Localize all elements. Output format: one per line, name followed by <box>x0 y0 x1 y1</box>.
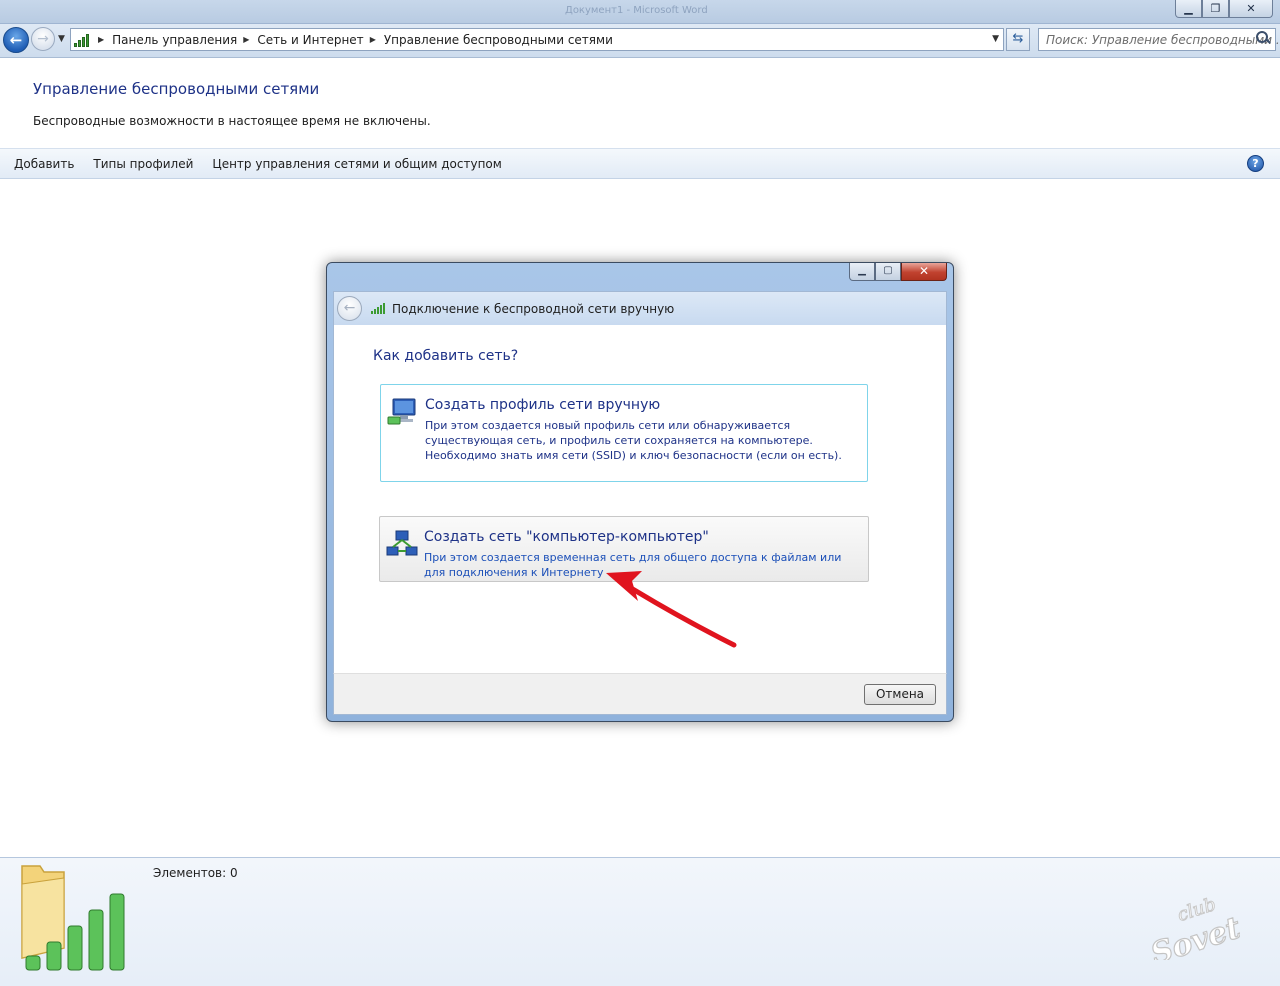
page-title: Управление беспроводными сетями <box>33 80 320 98</box>
dialog-body: Как добавить сеть? Создать профиль сети … <box>333 325 947 673</box>
breadcrumb-network-internet[interactable]: Сеть и Интернет <box>257 33 363 47</box>
minimize-icon: ▁ <box>1184 2 1193 15</box>
search-input[interactable]: Поиск: Управление беспроводными ... <box>1038 28 1280 51</box>
dialog-title: Подключение к беспроводной сети вручную <box>392 302 675 316</box>
help-icon: ? <box>1252 157 1259 170</box>
refresh-button[interactable]: ⇆ <box>1006 28 1030 51</box>
search-icon[interactable] <box>1256 31 1270 45</box>
recent-pages-dropdown[interactable]: ▼ <box>58 34 65 44</box>
add-button[interactable]: Добавить <box>14 157 74 171</box>
details-pane: Элементов: 0 club Sovet <box>0 857 1280 986</box>
address-bar[interactable]: ▶ Панель управления ▶ Сеть и Интернет ▶ … <box>70 28 1004 51</box>
arrow-right-icon: → <box>37 31 49 47</box>
ad-hoc-network-icon <box>386 530 418 556</box>
close-icon: ✕ <box>918 264 930 278</box>
dialog-minimize-button[interactable]: ▁ <box>849 263 875 281</box>
arrow-left-icon: ← <box>9 31 23 49</box>
option-title: Создать профиль сети вручную <box>425 397 661 413</box>
option-description: При этом создается новый профиль сети ил… <box>425 419 842 462</box>
club-sovet-watermark: club Sovet <box>1146 893 1240 960</box>
help-button[interactable]: ? <box>1247 155 1264 172</box>
breadcrumb-wireless-networks[interactable]: Управление беспроводными сетями <box>384 33 613 47</box>
minimize-icon: ▁ <box>858 265 866 276</box>
items-count: Элементов: 0 <box>153 866 238 880</box>
wireless-network-icon <box>371 302 385 314</box>
dialog-header: ← Подключение к беспроводной сети вручну… <box>333 291 947 325</box>
search-placeholder: Поиск: Управление беспроводными ... <box>1046 33 1280 47</box>
dialog-maximize-button[interactable]: ▢ <box>875 263 901 281</box>
back-button[interactable]: ← <box>3 27 29 53</box>
background-window-title: Документ1 - Microsoft Word <box>565 5 708 16</box>
dialog-back-button[interactable]: ← <box>337 296 362 321</box>
chevron-right-icon[interactable]: ▶ <box>98 35 104 44</box>
option-title: Создать сеть "компьютер-компьютер" <box>424 529 709 545</box>
forward-button[interactable]: → <box>31 27 55 51</box>
network-center-link[interactable]: Центр управления сетями и общим доступом <box>212 157 501 171</box>
chevron-right-icon[interactable]: ▶ <box>243 35 249 44</box>
network-computer-icon <box>387 398 416 425</box>
dialog-window-controls: ▁ ▢ ✕ <box>849 263 947 281</box>
breadcrumb-control-panel[interactable]: Панель управления <box>112 33 237 47</box>
maximize-button[interactable]: ❐ <box>1202 0 1229 18</box>
annotation-arrow <box>606 571 737 648</box>
profile-types-button[interactable]: Типы профилей <box>93 157 193 171</box>
window-controls: ▁ ❐ ✕ <box>1175 0 1273 18</box>
manual-connect-dialog: ▁ ▢ ✕ ← Подключение к беспроводной сети … <box>326 262 954 722</box>
address-history-dropdown[interactable]: ▼ <box>992 34 999 44</box>
dialog-close-button[interactable]: ✕ <box>901 263 947 281</box>
chevron-right-icon[interactable]: ▶ <box>370 35 376 44</box>
dialog-question: Как добавить сеть? <box>373 348 519 364</box>
maximize-icon: ▢ <box>883 265 893 276</box>
navigation-bar: ← → ▼ ▶ Панель управления ▶ Сеть и Интер… <box>0 24 1280 58</box>
arrow-left-icon: ← <box>343 300 356 316</box>
page-subtitle: Беспроводные возможности в настоящее вре… <box>33 114 431 128</box>
option-manual-profile[interactable]: Создать профиль сети вручную При этом со… <box>380 384 868 482</box>
cancel-button[interactable]: Отмена <box>864 684 936 705</box>
command-bar: Добавить Типы профилей Центр управления … <box>0 148 1280 179</box>
wireless-folder-icon <box>21 865 125 971</box>
close-button[interactable]: ✕ <box>1229 0 1273 18</box>
restore-icon: ❐ <box>1210 2 1221 15</box>
window-titlebar: Документ1 - Microsoft Word ▁ ❐ ✕ <box>0 0 1280 24</box>
wireless-network-icon <box>74 33 92 47</box>
dialog-footer: Отмена <box>333 673 947 715</box>
minimize-button[interactable]: ▁ <box>1175 0 1202 18</box>
close-icon: ✕ <box>1246 2 1256 15</box>
refresh-icon: ⇆ <box>1012 31 1024 46</box>
